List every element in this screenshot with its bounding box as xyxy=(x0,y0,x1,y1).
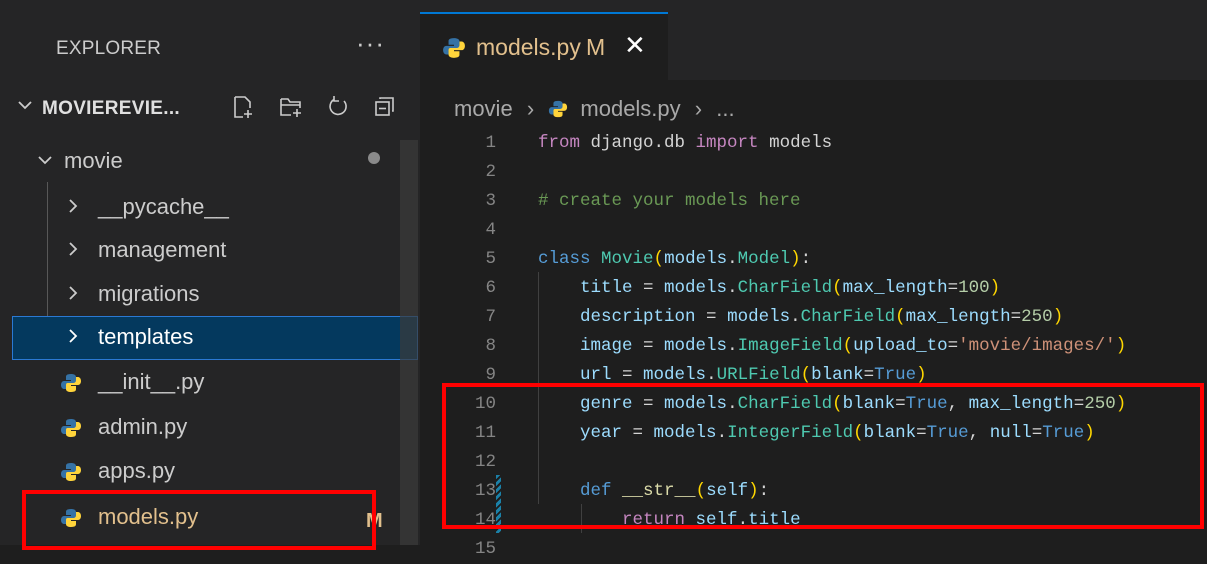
code-line: 5 class Movie(models.Model): xyxy=(420,245,1207,274)
project-name: MOVIEREVIE... xyxy=(42,98,180,119)
tab-modified-indicator: M xyxy=(586,34,606,60)
code-text: # create your models here xyxy=(538,191,801,211)
python-file-icon xyxy=(549,101,568,118)
collapse-all-icon[interactable] xyxy=(372,94,398,120)
tab-models-py[interactable]: models.py M ✕ xyxy=(420,12,668,82)
line-number: 6 xyxy=(485,278,496,298)
tree-item-label: migrations xyxy=(98,281,200,306)
chevron-right-icon: › xyxy=(694,96,703,122)
tree-item-pycache[interactable]: __pycache__ xyxy=(0,186,420,230)
chevron-right-icon xyxy=(64,325,82,351)
breadcrumb-symbols[interactable]: ... xyxy=(716,96,734,122)
code-line: 3 # create your models here xyxy=(420,187,1207,216)
tree-item-label: __init__.py xyxy=(98,369,205,394)
python-file-icon xyxy=(61,463,81,481)
tab-bar: models.py M ✕ xyxy=(420,0,1207,82)
code-line: 6 title = models.CharField(max_length=10… xyxy=(420,274,1207,303)
code-line: 7 description = models.CharField(max_len… xyxy=(420,303,1207,332)
chevron-down-icon xyxy=(36,149,54,175)
tree-item-templates[interactable]: templates xyxy=(12,316,418,360)
line-number: 8 xyxy=(485,336,496,356)
tree-item-admin-py[interactable]: admin.py xyxy=(0,406,420,450)
code-text: description = models.CharField(max_lengt… xyxy=(580,307,1064,327)
line-number: 5 xyxy=(485,249,496,269)
line-number: 15 xyxy=(474,539,496,559)
code-text: title = models.CharField(max_length=100) xyxy=(580,278,1001,298)
chevron-right-icon xyxy=(64,238,82,264)
sidebar-scrollbar[interactable] xyxy=(400,140,418,545)
python-file-icon xyxy=(443,38,465,58)
breadcrumb: movie › models.py › ... xyxy=(454,95,735,122)
line-number: 3 xyxy=(485,191,496,211)
code-line: 1 from django.db import models xyxy=(420,129,1207,158)
code-text: from django.db import models xyxy=(538,133,833,153)
tree-item-label: management xyxy=(98,237,227,262)
line-number: 7 xyxy=(485,307,496,327)
tree-item-init-py[interactable]: __init__.py xyxy=(0,361,420,405)
chevron-down-icon[interactable] xyxy=(16,96,34,120)
modified-dot xyxy=(368,152,380,164)
tree-item-label: apps.py xyxy=(98,458,176,483)
line-number: 4 xyxy=(485,220,496,240)
tree-item-label: __pycache__ xyxy=(98,194,229,219)
code-line: 2 xyxy=(420,158,1207,187)
refresh-icon[interactable] xyxy=(325,94,351,120)
project-section-header[interactable]: MOVIEREVIE... xyxy=(0,86,420,130)
tree-item-migrations[interactable]: migrations xyxy=(0,273,420,317)
tree-item-movie[interactable]: movie xyxy=(0,140,420,184)
tree-item-label: templates xyxy=(98,324,194,349)
chevron-right-icon xyxy=(64,282,82,308)
highlight-box-file xyxy=(22,490,376,550)
python-file-icon xyxy=(61,419,81,437)
breadcrumb-folder[interactable]: movie xyxy=(454,96,513,122)
python-file-icon xyxy=(61,374,81,392)
more-actions-icon[interactable]: ··· xyxy=(356,28,385,59)
code-line: 8 image = models.ImageField(upload_to='m… xyxy=(420,332,1207,361)
code-line: 4 xyxy=(420,216,1207,245)
tab-label: models.py xyxy=(476,34,581,60)
new-file-icon[interactable] xyxy=(230,94,256,120)
tree-item-label: movie xyxy=(64,148,123,173)
line-number: 2 xyxy=(485,162,496,182)
chevron-right-icon xyxy=(64,195,82,221)
explorer-title: EXPLORER xyxy=(56,38,162,59)
code-line: 15 xyxy=(420,535,1207,564)
tree-item-management[interactable]: management xyxy=(0,229,420,273)
close-icon[interactable]: ✕ xyxy=(624,30,646,61)
code-text: image = models.ImageField(upload_to='mov… xyxy=(580,336,1127,356)
explorer-sidebar: EXPLORER ··· MOVIEREVIE... movie __pycac… xyxy=(0,0,420,545)
line-number: 1 xyxy=(485,133,496,153)
highlight-box-code xyxy=(442,383,1204,529)
chevron-right-icon: › xyxy=(526,96,535,122)
new-folder-icon[interactable] xyxy=(278,94,304,120)
breadcrumb-file[interactable]: models.py xyxy=(580,96,680,122)
code-text: class Movie(models.Model): xyxy=(538,249,812,269)
tree-item-label: admin.py xyxy=(98,414,188,439)
tree-item-apps-py[interactable]: apps.py xyxy=(0,450,420,494)
